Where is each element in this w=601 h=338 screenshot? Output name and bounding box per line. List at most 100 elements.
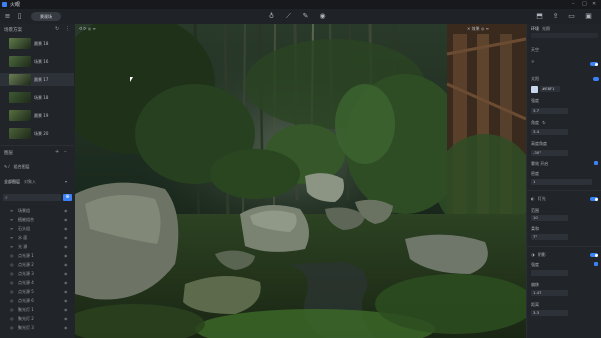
scheme-thumbnail-item[interactable]: 场景 18 [0,91,74,104]
layer-row[interactable]: ≡ 光 源 ◉ [0,243,74,250]
bias-label: 偏移 [531,282,539,287]
scheme-thumbnail-item[interactable]: 场景 20 [0,127,74,140]
layer-label: 聚光灯 3 [18,325,34,330]
scheme-thumbnail-item[interactable]: 晨景 17 [0,73,74,86]
tab-all-layers[interactable]: 全部图层 [4,179,20,185]
visibility-icon[interactable]: ◉ [64,253,68,258]
group-label: 组合图层 [13,164,30,169]
menu-icon[interactable]: ≡ [3,12,12,21]
shadow-label: 阴影 [537,252,546,257]
mouse-cursor-icon [130,77,133,82]
layer-row[interactable]: ≡ 石头组 ◉ [0,225,74,232]
close-icon[interactable]: ✕ [592,1,596,7]
visibility-icon[interactable]: ◉ [64,280,68,285]
maximize-icon[interactable]: □ [582,1,587,7]
bias-field[interactable]: 1.47 [531,290,568,296]
scheme-thumbnail-item[interactable]: 晨景 18 [0,37,74,50]
scheme-thumbnail-label: 场景 20 [34,130,49,136]
divider [0,145,74,146]
refresh-icon[interactable]: ↻ [55,26,59,32]
layer-label: 点光源 3 [18,271,34,276]
visibility-icon[interactable]: ◉ [64,307,68,312]
scene-pill-button[interactable]: 景观场 [31,12,61,21]
layer-row[interactable]: ≡ 水 面 ◉ [0,234,74,241]
eye-icon[interactable]: ◉ [318,12,327,21]
minimize-icon[interactable]: – [572,1,575,7]
sun-label: ☼ [531,59,535,64]
save-icon[interactable]: ▣ [584,12,593,21]
shadow-sub-field[interactable] [531,270,568,276]
bulb-icon[interactable]: ♁ [267,12,276,21]
scheme-thumbnail-item[interactable]: 晨景 19 [0,109,74,122]
import-icon[interactable]: ⬒ [535,12,544,21]
filter-button[interactable]: ⊕ [63,194,72,201]
layer-row[interactable]: ◎ 点光源 4 ◉ [0,279,74,286]
folder-icon[interactable]: ▭ [567,12,576,21]
divider [527,190,601,191]
collapse-icon[interactable]: – [64,149,67,155]
viewport-right-controls[interactable]: ✕ 效果 ◎ ≡ [467,26,489,32]
scheme-thumbnail-item[interactable]: 场景 16 [0,55,74,68]
viewport-nav-controls[interactable]: ᐊ ᐅ ◎ ≡ [79,26,96,31]
file-icon[interactable]: ▯ [15,12,24,21]
scheme-thumbnail-image [9,38,31,49]
tab-objects[interactable]: 对象入 [24,179,36,185]
light-range-field[interactable]: 10 [531,215,568,221]
shadow-toggle[interactable] [590,253,598,257]
light-soft-field[interactable]: 7° [531,234,568,240]
visibility-icon[interactable]: ◉ [64,325,68,330]
more-icon[interactable]: ⋮ [65,26,70,32]
scene-pill-label: 景观场 [40,14,52,19]
wand-icon[interactable]: ⟋ [284,12,293,21]
layer-row[interactable]: ◎ 聚光灯 3 ◉ [0,324,74,331]
layer-row[interactable]: ◎ 点光源 3 ◉ [0,270,74,277]
visibility-icon[interactable]: ◉ [64,298,68,303]
fog-checkbox[interactable] [594,161,598,165]
left-panel: 场景方案 ↻ ⋮ 晨景 18 场景 16 晨景 17 场景 18 晨景 19 场景 20 … [0,24,76,338]
panel-search[interactable] [531,33,598,38]
layer-row[interactable]: ◎ 点光源 6 ◉ [0,297,74,304]
group-row[interactable]: ✎ ⁄ 组合图层 [4,164,30,170]
angle-field[interactable]: 3.4 [531,129,568,135]
color-value-field[interactable]: #E8F1 [540,86,560,92]
tab-environment[interactable]: 环境 [531,26,539,32]
density-field[interactable]: 1 [531,179,592,185]
3d-viewport[interactable]: ᐊ ᐅ ◎ ≡ ✕ 效果 ◎ ≡ [75,24,526,338]
visibility-icon[interactable]: ◉ [64,217,68,222]
sun-toggle[interactable] [590,62,598,66]
visibility-icon[interactable]: ◉ [64,208,68,213]
layer-row[interactable]: ◎ 点光源 2 ◉ [0,261,74,268]
intensity-label: 强度 [531,98,539,103]
light-label: 灯光 [537,196,546,201]
height-field[interactable]: -30° [531,150,568,156]
layer-row[interactable]: ◎ 点光源 5 ◉ [0,288,74,295]
shadow-section: ◑ 阴影 [531,252,546,258]
sun-visibility-toggle[interactable] [593,77,599,81]
layer-row[interactable]: ◎ 聚光灯 2 ◉ [0,315,74,322]
extra-field[interactable]: 3.3 [531,310,568,316]
add-layer-icon[interactable]: + [55,149,59,155]
visibility-icon[interactable]: ◉ [64,226,68,231]
visibility-icon[interactable]: ◉ [64,262,68,267]
layer-search-input[interactable]: ⌕ [3,194,61,201]
brush-icon[interactable]: ✎ [301,12,310,21]
layer-row[interactable]: ◎ 点光源 1 ◉ [0,252,74,259]
intensity-field[interactable]: 3.7 [531,108,568,114]
layer-row[interactable]: ◎ 聚光灯 1 ◉ [0,306,74,313]
export-icon[interactable]: ⇪ [551,12,560,21]
visibility-icon[interactable]: ◉ [64,271,68,276]
layer-row[interactable]: ≡ 场景组 ◉ [0,207,74,214]
light-toggle[interactable] [590,197,598,201]
tab-lighting[interactable]: 光照 [542,26,550,32]
layer-label: 点光源 2 [18,262,34,267]
layer-row[interactable]: ≡ 植被组合 ◉ [0,216,74,223]
color-swatch[interactable] [531,86,538,93]
shadow-checkbox[interactable] [594,262,598,266]
visibility-icon[interactable]: ◉ [64,316,68,321]
visibility-icon[interactable]: ◉ [64,244,68,249]
visibility-icon[interactable]: ◉ [64,235,68,240]
refresh-icon[interactable]: ↻ [542,120,545,125]
extra-label: 距离 [531,302,539,307]
chevron-down-icon[interactable]: ▾ [65,179,67,184]
visibility-icon[interactable]: ◉ [64,289,68,294]
